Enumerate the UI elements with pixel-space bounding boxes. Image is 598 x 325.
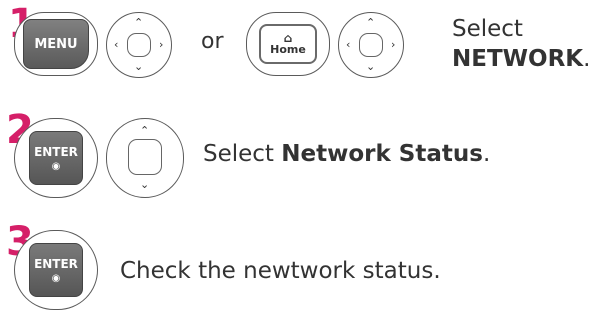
nav-center-key[interactable] bbox=[128, 139, 162, 175]
home-label: Home bbox=[270, 42, 306, 56]
nav-center-key[interactable] bbox=[359, 33, 383, 57]
home-button[interactable]: ⌂ Home bbox=[259, 24, 317, 64]
step-3-instruction: Check the newtwork status. bbox=[120, 258, 441, 284]
step-2-prefix: Select bbox=[203, 141, 282, 167]
step-2-suffix: . bbox=[482, 141, 491, 167]
four-way-nav-icon[interactable]: ⌃ ⌄ ‹ › bbox=[106, 12, 172, 78]
enter-dot-icon: ◉ bbox=[51, 160, 61, 172]
menu-button[interactable]: MENU bbox=[23, 19, 89, 69]
nav-down-arrow-icon[interactable]: ⌄ bbox=[366, 61, 375, 72]
nav-right-arrow-icon[interactable]: › bbox=[391, 39, 395, 50]
step-1-target: NETWORK bbox=[452, 46, 584, 72]
nav-down-arrow-icon[interactable]: ⌄ bbox=[134, 61, 143, 72]
menu-button-frame: MENU bbox=[14, 12, 98, 76]
nav-up-arrow-icon[interactable]: ⌃ bbox=[134, 17, 143, 28]
nav-up-arrow-icon[interactable]: ⌃ bbox=[366, 17, 375, 28]
nav-left-arrow-icon[interactable]: ‹ bbox=[114, 39, 118, 50]
step-2-target: Network Status bbox=[281, 141, 483, 167]
enter-dot-icon: ◉ bbox=[51, 272, 61, 284]
nav-left-arrow-icon[interactable]: ‹ bbox=[346, 39, 350, 50]
nav-up-arrow-icon[interactable]: ⌃ bbox=[140, 125, 149, 136]
nav-center-key[interactable] bbox=[127, 33, 151, 57]
or-label: or bbox=[201, 29, 224, 54]
enter-button[interactable]: ENTER ◉ bbox=[29, 243, 83, 297]
four-way-nav-icon-2[interactable]: ⌃ ⌄ ‹ › bbox=[338, 12, 404, 78]
home-button-frame: ⌂ Home bbox=[246, 12, 330, 76]
enter-label: ENTER bbox=[34, 256, 78, 271]
step-1-prefix: Select bbox=[452, 16, 523, 42]
nav-right-arrow-icon[interactable]: › bbox=[159, 39, 163, 50]
up-down-nav-icon[interactable]: ⌃ ⌄ bbox=[106, 118, 184, 198]
nav-down-arrow-icon[interactable]: ⌄ bbox=[140, 179, 149, 190]
step-1-instruction: Select NETWORK. bbox=[452, 14, 592, 74]
enter-button[interactable]: ENTER ◉ bbox=[29, 131, 83, 185]
step-1-suffix: . bbox=[583, 46, 591, 72]
home-roof-icon: ⌂ bbox=[283, 30, 293, 45]
enter-button-frame: ENTER ◉ bbox=[14, 118, 98, 198]
enter-button-frame-2: ENTER ◉ bbox=[14, 230, 98, 310]
step-2-instruction: Select Network Status. bbox=[203, 139, 593, 169]
enter-label: ENTER bbox=[34, 144, 78, 159]
